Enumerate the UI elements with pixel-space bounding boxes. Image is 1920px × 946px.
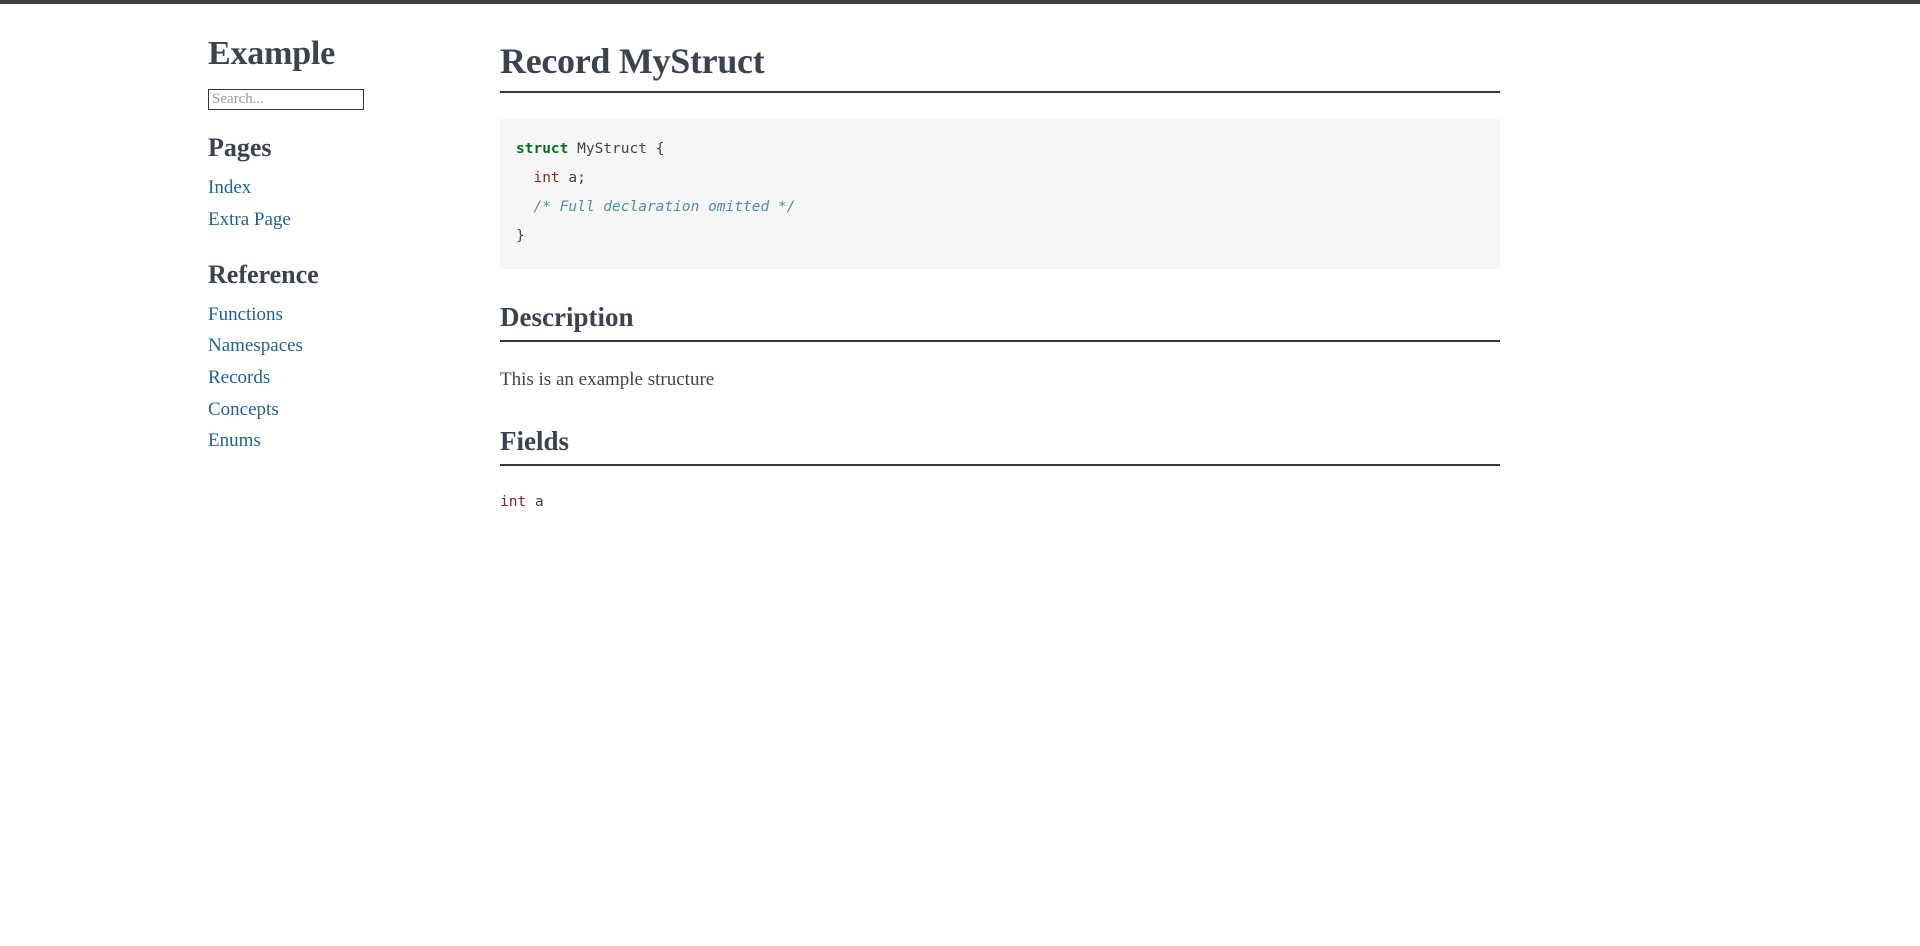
search-input[interactable] <box>208 89 364 111</box>
field-entry: int a <box>500 492 1500 514</box>
code-token-type: int <box>500 493 527 510</box>
top-accent-bar <box>0 0 1920 4</box>
code-token-plain: MyStruct { <box>568 141 665 158</box>
site-title: Example <box>208 35 336 72</box>
nav-list-pages: Index Extra Page <box>208 175 458 232</box>
declaration-code: struct MyStruct { int a; /* Full declara… <box>516 135 1484 251</box>
section-heading-description: Description <box>500 302 634 333</box>
code-token-comment: /* Full declaration omitted */ <box>533 199 796 216</box>
description-divider <box>500 339 1500 342</box>
section-description: Description This is an example structure <box>500 301 1500 393</box>
code-token-type: int <box>533 170 560 187</box>
list-item: Namespaces <box>208 333 458 359</box>
sidebar-item-concepts[interactable]: Concepts <box>208 399 279 420</box>
search-container <box>208 89 458 111</box>
code-token-plain: } <box>516 228 525 245</box>
nav-heading-reference: Reference <box>208 259 319 289</box>
sidebar-item-enums[interactable]: Enums <box>208 430 261 451</box>
documentation-page: Example Pages Index Extra Page Reference… <box>0 0 1920 946</box>
sidebar: Example Pages Index Extra Page Reference… <box>208 34 458 460</box>
list-item: Concepts <box>208 397 458 423</box>
list-item: Extra Page <box>208 207 458 233</box>
declaration-code-block: struct MyStruct { int a; /* Full declara… <box>500 119 1500 270</box>
main-content: Record MyStruct struct MyStruct { int a;… <box>500 40 1500 513</box>
list-item: Records <box>208 365 458 391</box>
list-item: Enums <box>208 428 458 454</box>
title-divider <box>500 91 1500 94</box>
code-token-plain: a <box>526 493 544 510</box>
sidebar-item-records[interactable]: Records <box>208 367 270 388</box>
page-title: Record MyStruct <box>500 41 765 81</box>
sidebar-item-namespaces[interactable]: Namespaces <box>208 335 303 356</box>
nav-heading-pages: Pages <box>208 133 272 163</box>
nav-list-reference: Functions Namespaces Records Concepts En… <box>208 302 458 454</box>
list-item: Functions <box>208 302 458 328</box>
list-item: Index <box>208 175 458 201</box>
fields-divider <box>500 463 1500 466</box>
code-token-plain: a; <box>559 170 586 187</box>
sidebar-item-index[interactable]: Index <box>208 177 251 198</box>
section-fields: Fields int a <box>500 425 1500 513</box>
code-token-keyword: struct <box>516 141 569 158</box>
section-heading-fields: Fields <box>500 426 570 457</box>
sidebar-item-functions[interactable]: Functions <box>208 304 283 325</box>
sidebar-item-extra-page[interactable]: Extra Page <box>208 209 291 230</box>
description-paragraph: This is an example structure <box>500 368 715 390</box>
